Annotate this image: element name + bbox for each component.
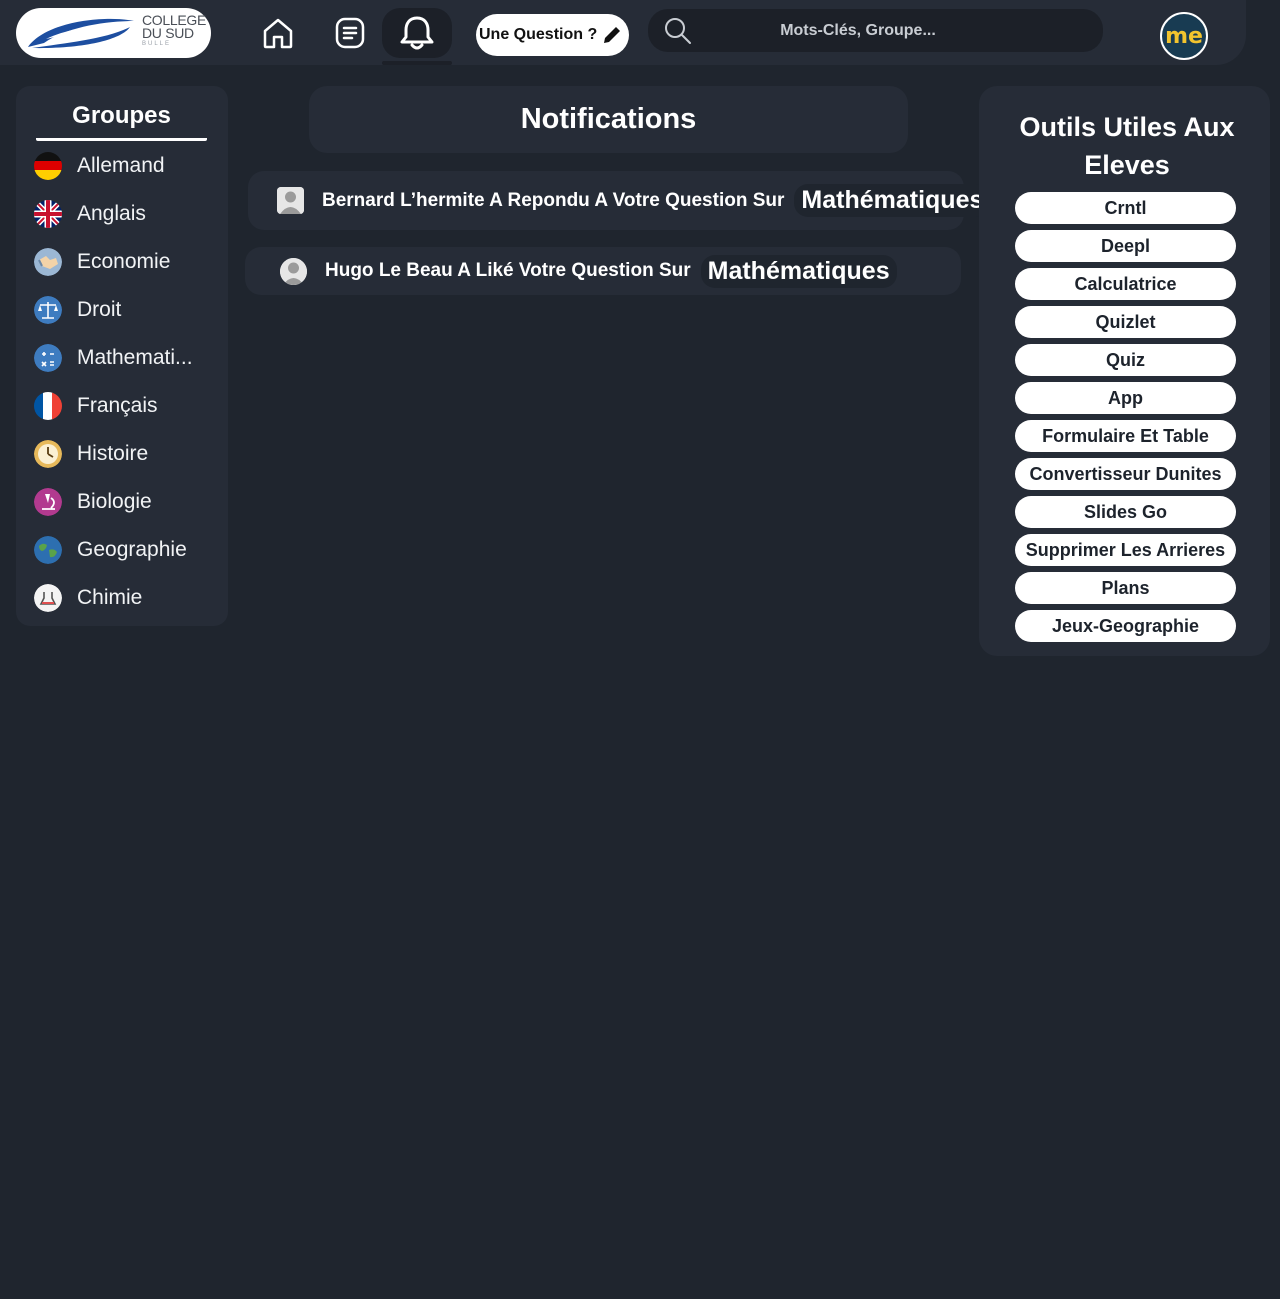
notification-text: Bernard L’hermite A Repondu A Votre Ques…: [322, 189, 785, 211]
tool-button-quizlet[interactable]: Quizlet: [1015, 306, 1236, 338]
top-bar: COLLEGE DU SUD BULLE Une Question ? Mots…: [0, 0, 1246, 65]
group-label: Geographie: [77, 538, 187, 561]
group-label: Chimie: [77, 586, 143, 609]
user-avatar-icon: [280, 257, 307, 285]
handshake-icon: [34, 248, 62, 276]
logo-swoosh-icon: [28, 18, 134, 49]
group-item-economie[interactable]: Economie: [34, 242, 224, 282]
tools-title: Outils Utiles Aux Eleves: [979, 108, 1275, 184]
list-icon: [335, 17, 365, 49]
search-bar[interactable]: [648, 9, 1103, 52]
notifications-title: Notifications: [309, 86, 908, 153]
clock-icon: [34, 440, 62, 468]
tool-button-app[interactable]: App: [1015, 382, 1236, 414]
tool-button-jeux-geographie[interactable]: Jeux-Geographie: [1015, 610, 1236, 642]
tool-button-calculatrice[interactable]: Calculatrice: [1015, 268, 1236, 300]
group-item-chimie[interactable]: Chimie: [34, 578, 224, 618]
college-logo[interactable]: COLLEGE DU SUD BULLE: [16, 8, 211, 58]
tools-panel: Outils Utiles Aux Eleves Crntl Deepl Cal…: [979, 86, 1270, 656]
group-item-histoire[interactable]: Histoire: [34, 434, 224, 474]
notification-item[interactable]: Bernard L’hermite A Repondu A Votre Ques…: [248, 171, 991, 230]
notification-item[interactable]: Hugo Le Beau A Liké Votre Question Sur M…: [245, 247, 961, 295]
group-label: Histoire: [77, 442, 149, 465]
group-label: Français: [77, 394, 158, 417]
group-label: Anglais: [77, 202, 146, 225]
user-avatar[interactable]: me: [1160, 12, 1208, 60]
groups-title: Groupes: [36, 102, 207, 141]
search-icon[interactable]: [664, 17, 692, 45]
logo-line-3: BULLE: [142, 41, 172, 47]
group-label: Economie: [77, 250, 171, 273]
group-item-geographie[interactable]: Geographie: [34, 530, 224, 570]
logo-line-2: DU SUD: [142, 25, 194, 41]
nav-notifications-button[interactable]: [382, 8, 452, 58]
ask-question-label: Une Question ?: [479, 26, 598, 43]
tool-button-crntl[interactable]: Crntl: [1015, 192, 1236, 224]
group-label: Allemand: [77, 154, 165, 177]
france-flag-icon: [34, 392, 62, 420]
tool-button-quiz[interactable]: Quiz: [1015, 344, 1236, 376]
uk-flag-icon: [34, 200, 62, 228]
group-item-biologie[interactable]: Biologie: [34, 482, 224, 522]
notification-text: Hugo Le Beau A Liké Votre Question Sur: [325, 260, 691, 281]
tool-button-slides-go[interactable]: Slides Go: [1015, 496, 1236, 528]
group-item-allemand[interactable]: Allemand: [34, 146, 224, 186]
logo-text: COLLEGE DU SUD BULLE: [142, 13, 206, 48]
tool-button-convertisseur-dunites[interactable]: Convertisseur Dunites: [1015, 458, 1236, 490]
group-item-francais[interactable]: Français: [34, 386, 224, 426]
tool-button-deepl[interactable]: Deepl: [1015, 230, 1236, 262]
group-label: Droit: [77, 298, 122, 321]
lab-icon: [34, 584, 62, 612]
tools-title-line-1: Outils Utiles Aux: [1019, 112, 1235, 142]
notification-group-link[interactable]: Mathématiques: [794, 184, 991, 217]
search-input[interactable]: [708, 9, 1088, 52]
group-item-droit[interactable]: Droit: [34, 290, 224, 330]
tool-button-supprimer-les-arrieres[interactable]: Supprimer Les Arrieres: [1015, 534, 1236, 566]
notification-group-link[interactable]: Mathématiques: [700, 254, 897, 288]
group-item-anglais[interactable]: Anglais: [34, 194, 224, 234]
group-item-mathematiques[interactable]: Mathemati...: [34, 338, 224, 378]
germany-flag-icon: [34, 152, 62, 180]
group-label: Biologie: [77, 490, 152, 513]
scales-icon: [34, 296, 62, 324]
group-label: Mathemati...: [77, 346, 193, 369]
user-avatar-icon: [277, 187, 304, 214]
active-tab-indicator: [382, 61, 452, 65]
nav-home-button[interactable]: [243, 8, 313, 58]
globe-icon: [34, 536, 62, 564]
home-icon: [263, 18, 293, 49]
groups-sidebar: Groupes Allemand Anglais Economie Droit …: [16, 86, 228, 626]
nav-feed-button[interactable]: [315, 8, 385, 58]
tool-button-plans[interactable]: Plans: [1015, 572, 1236, 604]
pencil-icon: [604, 25, 622, 43]
bell-icon: [400, 16, 434, 50]
microscope-icon: [34, 488, 62, 516]
tool-button-formulaire-et-table[interactable]: Formulaire Et Table: [1015, 420, 1236, 452]
math-icon: [34, 344, 62, 372]
tools-title-line-2: Eleves: [1084, 150, 1170, 180]
ask-question-button[interactable]: Une Question ?: [476, 14, 629, 56]
